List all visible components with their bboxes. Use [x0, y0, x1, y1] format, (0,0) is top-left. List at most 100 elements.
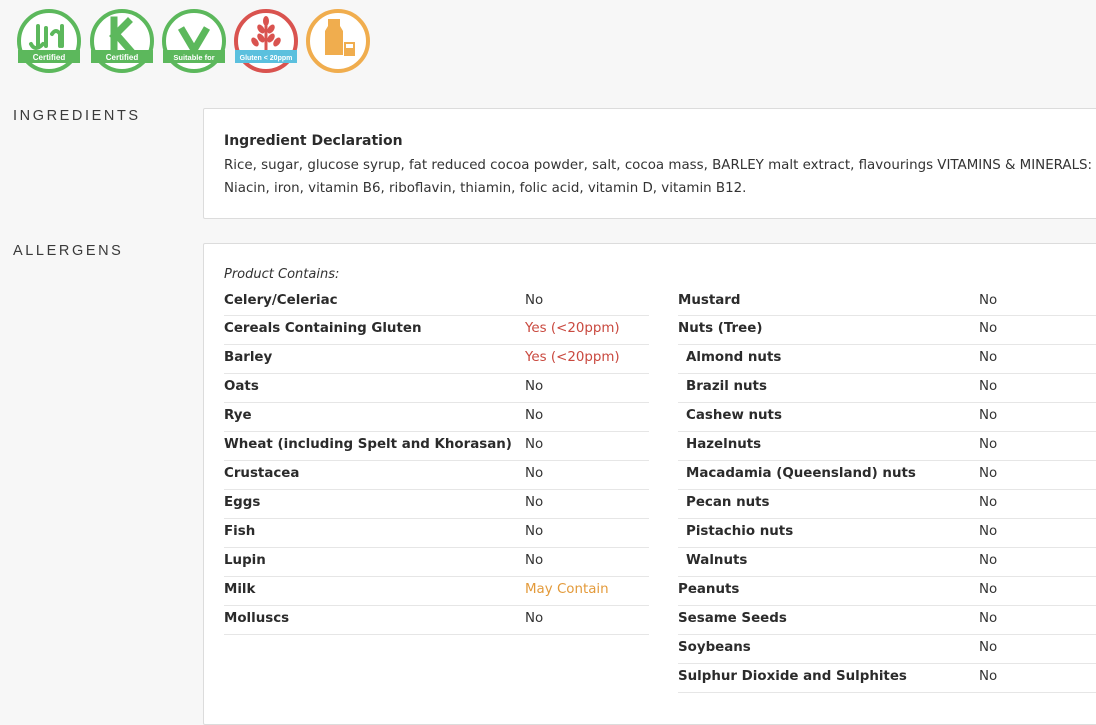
allergen-status: No [525, 379, 544, 394]
allergen-status: No [979, 669, 998, 684]
allergens-section-label: ALLERGENS [13, 243, 124, 259]
allergen-status: No [979, 611, 998, 626]
allergen-row: Barley Yes (<20ppm) [224, 345, 649, 374]
allergen-name: Peanuts [678, 582, 740, 597]
allergen-name: Rye [224, 408, 252, 423]
allergen-name: Hazelnuts [686, 437, 762, 452]
allergen-row: Brazil nuts No [678, 374, 1096, 403]
allergen-name: Walnuts [686, 553, 748, 568]
ingredients-card: Ingredient Declaration Rice, sugar, gluc… [203, 108, 1096, 219]
allergen-name: Celery/Celeriac [224, 293, 338, 308]
ingredients-section-label: INGREDIENTS [13, 108, 141, 124]
allergen-status: Yes (<20ppm) [525, 321, 620, 336]
vegan-v-icon: Suitable for [162, 9, 226, 73]
allergen-name: Soybeans [678, 640, 751, 655]
allergen-status: No [525, 611, 544, 626]
allergen-row: Peanuts No [678, 577, 1096, 606]
svg-text:Gluten < 20ppm: Gluten < 20ppm [240, 55, 293, 62]
allergen-status: No [979, 582, 998, 597]
allergen-status: No [979, 293, 998, 308]
allergen-row: Celery/Celeriac No [224, 288, 649, 316]
allergen-row: Cereals Containing Gluten Yes (<20ppm) [224, 316, 649, 345]
allergen-name: Mustard [678, 293, 741, 308]
ingredient-declaration-title: Ingredient Declaration [224, 133, 403, 149]
allergen-row: Mustard No [678, 288, 1096, 316]
allergen-status: No [525, 293, 544, 308]
allergen-status: No [525, 408, 544, 423]
allergen-row: Pecan nuts No [678, 490, 1096, 519]
allergen-row: Wheat (including Spelt and Khorasan) No [224, 432, 649, 461]
allergen-row: Fish No [224, 519, 649, 548]
allergen-row: Molluscs No [224, 606, 649, 635]
allergens-card: Product Contains: Celery/Celeriac No Cerea… [203, 243, 1096, 725]
allergen-name: Pistachio nuts [686, 524, 794, 539]
allergen-status: May Contain [525, 582, 609, 597]
allergen-list-left: Celery/Celeriac No Cereals Containing Glut… [224, 288, 649, 635]
allergen-name: Barley [224, 350, 273, 365]
allergen-name: Nuts (Tree) [678, 321, 763, 336]
allergen-row: Crustacea No [224, 461, 649, 490]
allergen-name: Crustacea [224, 466, 300, 481]
svg-text:Suitable for: Suitable for [173, 53, 214, 62]
allergen-row: Sulphur Dioxide and Sulphites No [678, 664, 1096, 693]
allergen-row: Macadamia (Queensland) nuts No [678, 461, 1096, 490]
ingredient-declaration-text: Rice, sugar, glucose syrup, fat reduced … [224, 158, 1093, 196]
allergen-row: Sesame Seeds No [678, 606, 1096, 635]
allergen-status: No [525, 553, 544, 568]
allergen-row: Walnuts No [678, 548, 1096, 577]
milk-bottle-icon [306, 9, 370, 73]
allergen-list-right: Mustard No Nuts (Tree) No Almond nuts No Brazi… [678, 288, 1096, 693]
allergen-name: Almond nuts [686, 350, 782, 365]
svg-text:Certified: Certified [106, 53, 139, 62]
allergen-row: Hazelnuts No [678, 432, 1096, 461]
allergen-row: Oats No [224, 374, 649, 403]
allergen-status: No [525, 495, 544, 510]
allergen-row: Lupin No [224, 548, 649, 577]
allergen-status: No [979, 321, 998, 336]
allergen-row: Nuts (Tree) No [678, 316, 1096, 345]
wheat-icon: Gluten < 20ppm [234, 9, 298, 73]
allergen-status: No [525, 437, 544, 452]
svg-text:Certified: Certified [33, 53, 66, 62]
allergen-row: Milk May Contain [224, 577, 649, 606]
milk-badge [305, 8, 371, 74]
kosher-k-icon: Certified [90, 9, 154, 73]
allergen-name: Brazil nuts [686, 379, 767, 394]
allergen-name: Milk [224, 582, 256, 597]
allergen-name: Molluscs [224, 611, 290, 626]
allergen-status: No [979, 640, 998, 655]
allergen-name: Cereals Containing Gluten [224, 321, 422, 336]
allergen-status: No [979, 437, 998, 452]
allergen-row: Pistachio nuts No [678, 519, 1096, 548]
allergen-name: Oats [224, 379, 259, 394]
allergen-name: Wheat (including Spelt and Khorasan) [224, 437, 512, 452]
allergen-status: No [979, 466, 998, 481]
allergen-name: Macadamia (Queensland) nuts [686, 466, 916, 481]
allergen-status: No [525, 524, 544, 539]
allergen-name: Eggs [224, 495, 261, 510]
gluten-badge: Gluten < 20ppm [233, 8, 299, 74]
allergen-row: Rye No [224, 403, 649, 432]
allergen-row: Cashew nuts No [678, 403, 1096, 432]
allergen-row: Soybeans No [678, 635, 1096, 664]
allergen-row: Eggs No [224, 490, 649, 519]
product-contains-label: Product Contains: [224, 267, 340, 282]
allergen-status: No [979, 495, 998, 510]
allergen-status: No [979, 553, 998, 568]
allergen-status: No [979, 379, 998, 394]
allergen-name: Sesame Seeds [678, 611, 787, 626]
halal-icon: Certified [17, 9, 81, 73]
allergen-name: Pecan nuts [686, 495, 770, 510]
allergen-status: Yes (<20ppm) [525, 350, 620, 365]
allergen-row: Almond nuts No [678, 345, 1096, 374]
allergen-status: No [525, 466, 544, 481]
allergen-status: No [979, 408, 998, 423]
allergen-name: Fish [224, 524, 256, 539]
allergen-status: No [979, 350, 998, 365]
allergen-name: Lupin [224, 553, 266, 568]
halal-certified-badge: Certified [16, 8, 82, 74]
allergen-status: No [979, 524, 998, 539]
allergen-name: Cashew nuts [686, 408, 782, 423]
kosher-certified-badge: Certified [89, 8, 155, 74]
vegan-suitable-badge: Suitable for [161, 8, 227, 74]
